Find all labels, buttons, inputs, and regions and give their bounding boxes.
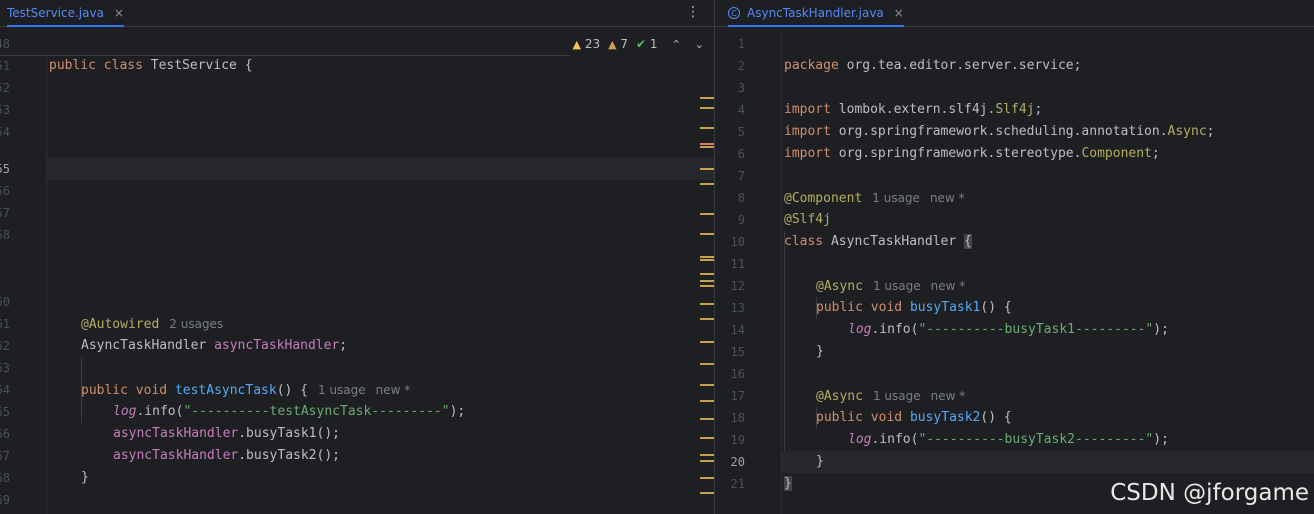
right-code-area[interactable]: 1 package org.tea.editor.server.service;… bbox=[715, 33, 1314, 514]
stripe-marker[interactable] bbox=[700, 384, 714, 386]
keyword-public: public bbox=[49, 58, 96, 73]
class-icon: C bbox=[728, 7, 740, 19]
stripe-marker[interactable] bbox=[700, 363, 714, 365]
line-number: 18 bbox=[730, 411, 745, 425]
line-number: 14 bbox=[730, 323, 745, 337]
line-number: 17 bbox=[730, 389, 745, 403]
stripe-marker[interactable] bbox=[700, 454, 714, 456]
line-number: 11 bbox=[730, 257, 745, 271]
indent-guide bbox=[816, 297, 817, 319]
left-tab-bar: TestService.java × ⋮ bbox=[0, 0, 714, 27]
line-number: 48 bbox=[0, 37, 10, 51]
indent-guide bbox=[784, 231, 785, 451]
close-icon[interactable]: × bbox=[114, 6, 124, 20]
line-number: 12 bbox=[730, 279, 745, 293]
indent-guide bbox=[81, 357, 82, 423]
class-name: TestService bbox=[150, 58, 237, 73]
stripe-marker[interactable] bbox=[700, 168, 714, 170]
inspection-widget[interactable]: ▲ 23 ▲ 7 ✔ 1 ⌃ ⌄ bbox=[573, 33, 704, 55]
stripe-marker[interactable] bbox=[700, 97, 714, 99]
stripe-marker[interactable] bbox=[700, 213, 714, 215]
right-tab-bar: C AsyncTaskHandler.java × bbox=[715, 0, 1314, 27]
stripe-marker[interactable] bbox=[700, 183, 714, 185]
line-number: 7 bbox=[737, 169, 745, 183]
stripe-marker[interactable] bbox=[700, 318, 714, 320]
tab-testservice[interactable]: TestService.java × bbox=[7, 0, 124, 27]
line-number: 2 bbox=[737, 59, 745, 73]
previous-highlight-icon[interactable]: ⌃ bbox=[672, 38, 681, 51]
line-number: 58 bbox=[0, 228, 10, 242]
stripe-marker[interactable] bbox=[700, 107, 714, 109]
stripe-marker[interactable] bbox=[700, 492, 714, 494]
line-number: 3 bbox=[737, 81, 745, 95]
line-number: 13 bbox=[730, 301, 745, 315]
line-number: 15 bbox=[730, 345, 745, 359]
typos-indicator[interactable]: ✔ 1 bbox=[636, 37, 658, 51]
line-number: 8 bbox=[737, 191, 745, 205]
typo-check-icon: ✔ bbox=[636, 37, 647, 51]
line-number-current: 55 bbox=[0, 162, 10, 176]
warnings-count: 23 bbox=[584, 37, 601, 51]
active-tab-indicator bbox=[7, 25, 124, 27]
more-options-icon[interactable]: ⋮ bbox=[686, 4, 700, 20]
tab-label: AsyncTaskHandler.java bbox=[747, 6, 884, 20]
line-number: 4 bbox=[737, 103, 745, 117]
stripe-marker[interactable] bbox=[700, 460, 714, 462]
line-number: 21 bbox=[730, 477, 745, 491]
stripe-marker[interactable] bbox=[700, 400, 714, 402]
stripe-marker[interactable] bbox=[700, 259, 714, 261]
line-number: 6 bbox=[737, 147, 745, 161]
gutter-separator bbox=[781, 33, 782, 514]
stripe-marker[interactable] bbox=[700, 256, 714, 258]
stripe-marker[interactable] bbox=[700, 285, 714, 287]
gutter-separator bbox=[46, 33, 47, 514]
left-code-area[interactable]: 50 51 52 53 54 55 56 57 58 60 @Autowired… bbox=[0, 33, 714, 514]
close-icon[interactable]: × bbox=[894, 6, 904, 20]
typos-count: 1 bbox=[649, 37, 658, 51]
sticky-class-header[interactable]: 48 public class TestService { bbox=[0, 33, 570, 73]
line-number: 56 bbox=[0, 184, 10, 198]
line-number-current: 20 bbox=[730, 455, 745, 469]
line-number: 19 bbox=[730, 433, 745, 447]
stripe-marker[interactable] bbox=[700, 146, 714, 148]
stripe-marker[interactable] bbox=[700, 273, 714, 275]
stripe-marker[interactable] bbox=[700, 143, 714, 145]
stripe-marker[interactable] bbox=[700, 477, 714, 479]
weak-warnings-count: 7 bbox=[620, 37, 629, 51]
line-number: 53 bbox=[0, 103, 10, 117]
stripe-marker[interactable] bbox=[700, 418, 714, 420]
stripe-marker[interactable] bbox=[700, 233, 714, 235]
line-number: 5 bbox=[737, 125, 745, 139]
stripe-marker[interactable] bbox=[700, 127, 714, 129]
keyword-class: class bbox=[103, 58, 143, 73]
line-number: 57 bbox=[0, 206, 10, 220]
next-highlight-icon[interactable]: ⌄ bbox=[695, 38, 704, 51]
line-number: 54 bbox=[0, 125, 10, 139]
stripe-marker[interactable] bbox=[700, 341, 714, 343]
left-editor-pane: TestService.java × ⋮ 50 51 52 53 54 55 5… bbox=[0, 0, 714, 514]
line-number: 16 bbox=[730, 367, 745, 381]
line-number: 1 bbox=[737, 37, 745, 51]
weak-warnings-indicator[interactable]: ▲ 7 bbox=[608, 37, 628, 51]
right-editor-pane: C AsyncTaskHandler.java × 1 package org.… bbox=[715, 0, 1314, 514]
active-tab-indicator bbox=[728, 25, 904, 27]
stripe-marker[interactable] bbox=[700, 303, 714, 305]
indent-guide bbox=[816, 407, 817, 429]
open-brace: { bbox=[244, 58, 253, 73]
tab-label: TestService.java bbox=[7, 6, 104, 20]
tab-asynctaskhandler[interactable]: C AsyncTaskHandler.java × bbox=[728, 0, 904, 27]
stripe-marker[interactable] bbox=[700, 437, 714, 439]
line-number: 10 bbox=[730, 235, 745, 249]
warning-icon: ▲ bbox=[572, 38, 581, 51]
line-number: 9 bbox=[737, 213, 745, 227]
watermark: CSDN @jforgame bbox=[1110, 480, 1309, 506]
weak-warning-icon: ▲ bbox=[608, 38, 617, 51]
stripe-marker[interactable] bbox=[700, 280, 714, 282]
warnings-indicator[interactable]: ▲ 23 bbox=[573, 37, 601, 51]
